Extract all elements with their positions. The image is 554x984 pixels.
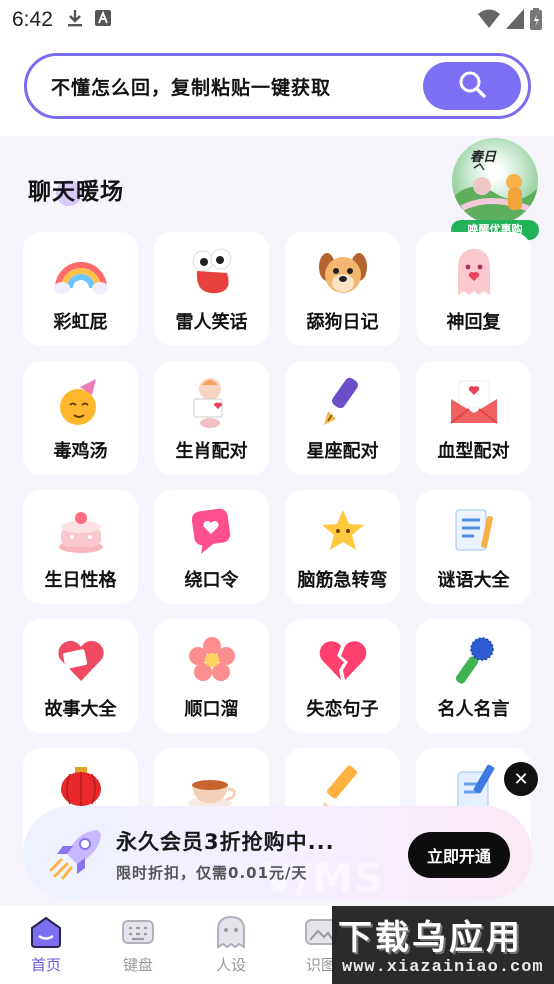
feature-card-rhymes[interactable]: 顺口溜 xyxy=(154,619,269,733)
feature-label: 神回复 xyxy=(446,312,501,333)
feature-card-quotes[interactable]: 名人名言 xyxy=(416,619,531,733)
tab-keyboard[interactable]: 键盘 xyxy=(107,914,169,980)
feature-card-zodiac[interactable]: 生肖配对 xyxy=(154,361,269,475)
baby-icon xyxy=(184,375,240,429)
banner-title: 永久会员3折抢购中... xyxy=(116,830,335,854)
close-icon: ✕ xyxy=(513,768,529,790)
status-time: 6:42 xyxy=(12,8,53,31)
feature-label: 彩虹屁 xyxy=(53,312,108,333)
keyboard-a-icon xyxy=(94,10,111,30)
feature-card-heartbreak[interactable]: 失恋句子 xyxy=(285,619,400,733)
signal-icon xyxy=(506,9,524,33)
status-bar: 6:42 xyxy=(0,0,554,40)
flower-icon xyxy=(184,633,240,687)
feature-label: 毒鸡汤 xyxy=(53,441,108,462)
feature-card-riddles[interactable]: 谜语大全 xyxy=(416,490,531,604)
feature-card-tonguetwister[interactable]: 绕口令 xyxy=(154,490,269,604)
feature-card-dog[interactable]: 舔狗日记 xyxy=(285,232,400,346)
feature-label: 谜语大全 xyxy=(437,570,510,591)
download-icon xyxy=(67,9,83,31)
battery-icon xyxy=(530,8,542,34)
notepad-icon xyxy=(446,504,502,558)
feature-label: 生肖配对 xyxy=(175,441,248,462)
close-banner-button[interactable]: ✕ xyxy=(504,762,538,796)
tab-label: 键盘 xyxy=(122,956,153,974)
feature-card-riddle-turn[interactable]: 脑筋急转弯 xyxy=(285,490,400,604)
feature-card-constellation[interactable]: 星座配对 xyxy=(285,361,400,475)
feature-label: 星座配对 xyxy=(306,441,379,462)
rocket-icon xyxy=(47,824,107,884)
watermark-url: www.xiazainiao.com xyxy=(342,958,544,977)
banner-subtitle: 限时折扣，仅需0.01元/天 xyxy=(116,864,308,882)
search-bar[interactable]: 不懂怎么回，复制粘贴一键获取 xyxy=(24,53,531,119)
feature-card-soup[interactable]: 毒鸡汤 xyxy=(23,361,138,475)
laughing-face-icon xyxy=(184,246,240,300)
feature-label: 名人名言 xyxy=(437,699,510,720)
search-button[interactable] xyxy=(423,62,521,110)
feature-label: 绕口令 xyxy=(184,570,239,591)
feature-label: 雷人笑话 xyxy=(175,312,248,333)
feature-card-reply[interactable]: 神回复 xyxy=(416,232,531,346)
feature-card-jokes[interactable]: 雷人笑话 xyxy=(154,232,269,346)
dog-icon xyxy=(315,246,371,300)
activate-button[interactable]: 立即开通 xyxy=(408,832,510,878)
ghost-heart-icon xyxy=(446,246,502,300)
search-input[interactable]: 不懂怎么回，复制粘贴一键获取 xyxy=(51,73,331,100)
keyboard-icon xyxy=(120,914,156,950)
feature-card-stories[interactable]: 故事大全 xyxy=(23,619,138,733)
persona-icon xyxy=(213,914,249,950)
microphone-icon xyxy=(446,633,502,687)
site-watermark: 下载乌应用 www.xiazainiao.com xyxy=(332,906,554,984)
feature-card-rainbow[interactable]: 彩虹屁 xyxy=(23,232,138,346)
feature-card-bloodtype[interactable]: 血型配对 xyxy=(416,361,531,475)
home-icon xyxy=(28,914,64,950)
feature-label: 失恋句子 xyxy=(306,699,379,720)
feature-label: 脑筋急转弯 xyxy=(297,570,388,591)
feature-label: 血型配对 xyxy=(437,441,510,462)
feature-label: 顺口溜 xyxy=(184,699,239,720)
membership-banner[interactable]: V/MS 永久会员3折抢购中... 限时折扣，仅需0.01元/天 立即开通 xyxy=(23,806,532,900)
tab-persona[interactable]: 人设 xyxy=(200,914,262,980)
feature-card-birthday[interactable]: 生日性格 xyxy=(23,490,138,604)
rainbow-icon xyxy=(53,246,109,300)
star-icon xyxy=(315,504,371,558)
promo-badge[interactable]: 春日 唤醒优惠购 xyxy=(446,138,544,242)
search-icon xyxy=(457,69,487,103)
section-title: 聊天暖场 xyxy=(28,179,124,205)
wifi-icon xyxy=(478,9,500,33)
feature-label: 舔狗日记 xyxy=(306,312,379,333)
fountain-pen-icon xyxy=(315,375,371,429)
chat-heart-icon xyxy=(184,504,240,558)
party-face-icon xyxy=(53,375,109,429)
watermark-title: 下载乌应用 xyxy=(338,918,523,958)
feature-label: 故事大全 xyxy=(44,699,117,720)
tab-label: 人设 xyxy=(215,956,246,974)
tab-label: 首页 xyxy=(30,956,61,974)
birthday-cake-icon xyxy=(53,504,109,558)
tab-home[interactable]: 首页 xyxy=(15,914,77,980)
search-area: 不懂怎么回，复制粘贴一键获取 xyxy=(0,40,554,136)
broken-heart-icon xyxy=(315,633,371,687)
promo-brand: 春日 xyxy=(470,150,497,165)
love-letter-icon xyxy=(446,375,502,429)
heart-envelope-icon xyxy=(53,633,109,687)
feature-label: 生日性格 xyxy=(44,570,117,591)
